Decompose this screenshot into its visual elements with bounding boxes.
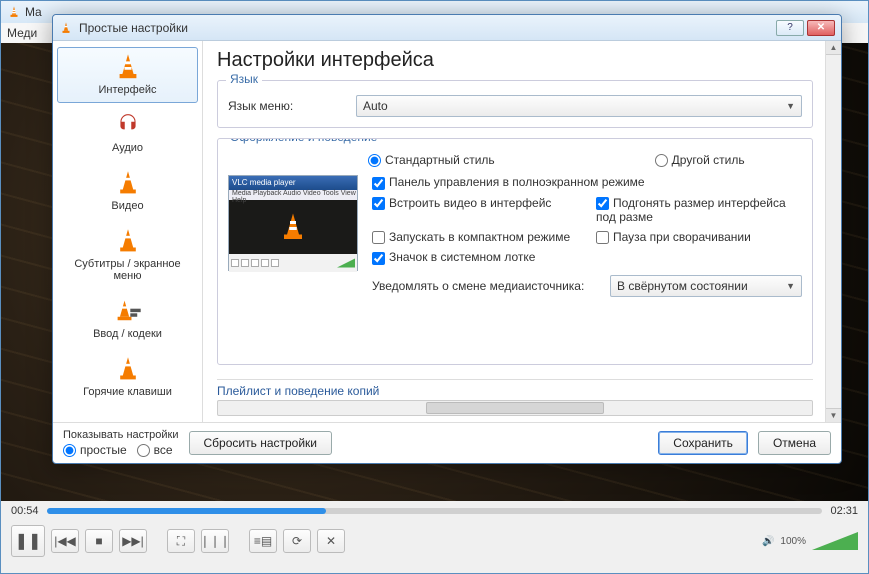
group-title: Язык [226, 72, 262, 86]
vlc-cone-icon [7, 5, 21, 19]
chk-tray-icon[interactable]: Значок в системном лотке [372, 250, 578, 264]
volume-slider[interactable] [812, 532, 858, 550]
preview-menu: Media Playback Audio Video Tools View He… [229, 190, 357, 200]
category-audio[interactable]: Аудио [57, 105, 198, 161]
next-button[interactable]: ▶▶| [119, 529, 147, 553]
playlist-group-title: Плейлист и поведение копий [217, 384, 813, 398]
category-label: Аудио [60, 142, 195, 154]
seek-slider[interactable] [47, 508, 823, 514]
shuffle-button[interactable]: ✕ [317, 529, 345, 553]
radio-standard-style[interactable]: Стандартный стиль [368, 153, 495, 167]
category-codecs[interactable]: Ввод / кодеки [57, 291, 198, 347]
group-title: Оформление и поведение [226, 138, 381, 144]
volume-pct: 100% [780, 536, 806, 547]
loop-button[interactable]: ⟳ [283, 529, 311, 553]
preferences-dialog: Простые настройки ? ✕ Интерфейс Аудио Ви… [52, 14, 842, 464]
category-label: Горячие клавиши [60, 386, 195, 398]
vertical-scrollbar[interactable]: ▲ ▼ [825, 41, 841, 422]
dialog-titlebar[interactable]: Простые настройки ? ✕ [53, 15, 841, 41]
lang-label: Язык меню: [228, 99, 348, 113]
horizontal-scrollbar[interactable] [217, 400, 813, 416]
interface-preview: VLC media player Media Playback Audio Vi… [228, 175, 358, 271]
show-settings-label: Показывать настройки [63, 429, 179, 441]
dialog-title: Простые настройки [79, 21, 776, 35]
category-label: Ввод / кодеки [60, 328, 195, 340]
category-hotkeys[interactable]: Горячие клавиши [57, 349, 198, 405]
chk-compact[interactable]: Запускать в компактном режиме [372, 230, 578, 244]
language-group: Язык Язык меню: Auto ▼ [217, 80, 813, 128]
chk-pause-minimize[interactable]: Пауза при сворачивании [596, 230, 802, 244]
appearance-group: Оформление и поведение Стандартный стиль… [217, 138, 813, 365]
save-button[interactable]: Сохранить [658, 431, 748, 455]
close-button[interactable]: ✕ [807, 20, 835, 36]
chevron-down-icon: ▼ [786, 101, 795, 111]
stop-button[interactable]: ■ [85, 529, 113, 553]
language-select[interactable]: Auto ▼ [356, 95, 802, 117]
pause-button[interactable]: ❚❚ [11, 525, 45, 557]
notify-select[interactable]: В свёрнутом состоянии ▼ [610, 275, 802, 297]
menu-item[interactable]: Меди [7, 26, 37, 40]
prev-button[interactable]: |◀◀ [51, 529, 79, 553]
select-value: Auto [363, 99, 388, 113]
main-title: Ma [25, 5, 42, 19]
help-button[interactable]: ? [776, 20, 804, 36]
scroll-down-icon[interactable]: ▼ [826, 408, 841, 422]
speaker-icon[interactable]: 🔊 [762, 536, 774, 547]
select-value: В свёрнутом состоянии [617, 279, 748, 293]
category-label: Интерфейс [60, 84, 195, 96]
category-panel: Интерфейс Аудио Видео Субтитры / экранно… [53, 41, 203, 422]
vlc-cone-icon [59, 21, 73, 35]
category-interface[interactable]: Интерфейс [57, 47, 198, 103]
reset-button[interactable]: Сбросить настройки [189, 431, 332, 455]
category-video[interactable]: Видео [57, 163, 198, 219]
category-label: Видео [60, 200, 195, 212]
ext-settings-button[interactable]: ❘❘❘ [201, 529, 229, 553]
page-heading: Настройки интерфейса [217, 49, 813, 72]
chk-fullscreen-panel[interactable]: Панель управления в полноэкранном режиме [372, 175, 802, 189]
scroll-up-icon[interactable]: ▲ [826, 41, 841, 55]
time-current: 00:54 [11, 505, 39, 517]
player-controls-bar: 00:54 02:31 ❚❚ |◀◀ ■ ▶▶| ⛶ ❘❘❘ ≡▤ ⟳ ✕ 🔊 … [1, 501, 868, 573]
time-total: 02:31 [830, 505, 858, 517]
notify-label: Уведомлять о смене медиаисточника: [372, 279, 602, 293]
radio-simple[interactable]: простые [63, 443, 127, 457]
category-subtitles[interactable]: Субтитры / экранное меню [57, 221, 198, 289]
radio-other-style[interactable]: Другой стиль [655, 153, 745, 167]
playlist-button[interactable]: ≡▤ [249, 529, 277, 553]
show-settings-group: Показывать настройки простые все [63, 429, 179, 457]
chk-embed-video[interactable]: Встроить видео в интерфейс [372, 196, 578, 224]
chk-resize-interface[interactable]: Подгонять размер интерфейса под разме [596, 196, 802, 224]
settings-content: Настройки интерфейса Язык Язык меню: Aut… [203, 41, 825, 422]
preview-title: VLC media player [229, 176, 357, 190]
fullscreen-button[interactable]: ⛶ [167, 529, 195, 553]
dialog-footer: Показывать настройки простые все Сбросит… [53, 422, 841, 463]
cancel-button[interactable]: Отмена [758, 431, 831, 455]
radio-all[interactable]: все [137, 443, 173, 457]
category-label: Субтитры / экранное меню [60, 258, 195, 282]
chevron-down-icon: ▼ [786, 281, 795, 291]
